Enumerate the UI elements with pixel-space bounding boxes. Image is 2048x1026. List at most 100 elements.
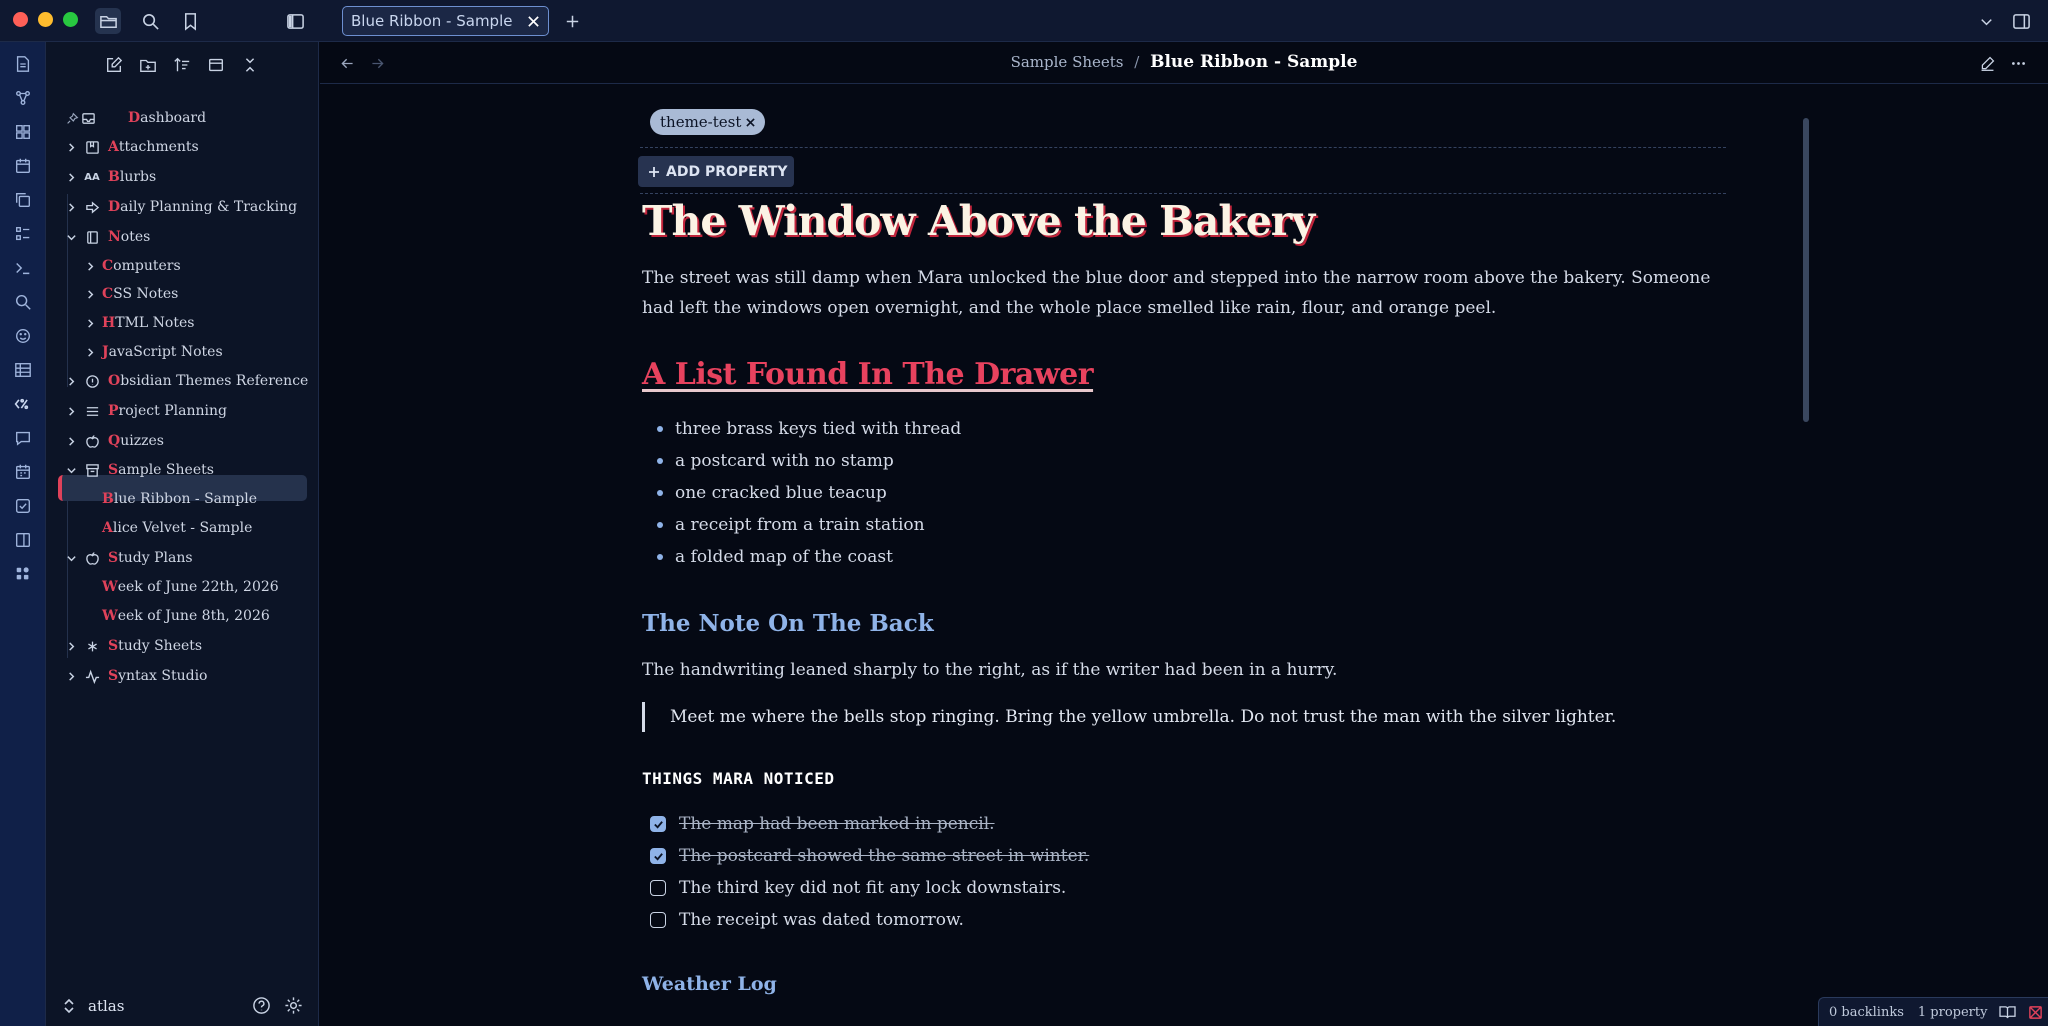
backlinks-count[interactable]: 0 backlinks xyxy=(1829,1005,1904,1020)
tree-item-notes[interactable]: Notes xyxy=(46,223,319,251)
graph-view-icon[interactable] xyxy=(12,87,34,109)
vault-switcher-icon[interactable] xyxy=(62,998,76,1014)
chevron-down-icon[interactable] xyxy=(64,463,78,477)
chevron-right-icon[interactable] xyxy=(64,669,78,683)
templater-icon[interactable] xyxy=(12,393,34,415)
archive-icon xyxy=(84,462,101,479)
tree-item-week-june-22[interactable]: Week of June 22th, 2026 xyxy=(46,573,319,601)
remove-tag-icon[interactable] xyxy=(746,113,756,131)
search-icon[interactable] xyxy=(137,8,163,34)
tree-item-computers[interactable]: Computers xyxy=(46,252,319,280)
comment-icon[interactable] xyxy=(12,427,34,449)
tag-pill[interactable]: theme-test xyxy=(650,109,766,135)
close-window-button[interactable] xyxy=(13,12,28,27)
chevron-right-icon[interactable] xyxy=(83,345,97,359)
tree-item-blue-ribbon[interactable]: Blue Ribbon - Sample xyxy=(46,485,319,513)
vault-name[interactable]: atlas xyxy=(88,997,124,1015)
tree-item-study-plans[interactable]: Study Plans xyxy=(46,544,319,572)
properties-divider xyxy=(640,193,1726,194)
new-folder-icon[interactable] xyxy=(135,52,161,78)
edit-pencil-icon[interactable] xyxy=(1977,53,1997,73)
table-icon[interactable] xyxy=(12,359,34,381)
tree-item-sample-sheets[interactable]: Sample Sheets xyxy=(46,456,319,484)
tree-item-css-notes[interactable]: CSS Notes xyxy=(46,280,319,308)
copy-icon[interactable] xyxy=(12,189,34,211)
tree-item-dashboard[interactable]: Dashboard xyxy=(46,104,319,132)
properties-count[interactable]: 1 property xyxy=(1918,1005,1988,1020)
chevron-right-icon[interactable] xyxy=(83,287,97,301)
task-checkbox[interactable] xyxy=(650,880,666,896)
tree-item-syntax-studio[interactable]: Syntax Studio xyxy=(46,662,319,690)
editor-scrollbar[interactable] xyxy=(1803,118,1809,422)
auto-reveal-icon[interactable] xyxy=(203,52,229,78)
file-explorer: Dashboard Attachments AA Blurbs Daily Pl… xyxy=(46,42,319,1026)
chevron-down-icon[interactable] xyxy=(64,230,78,244)
list-item: three brass keys tied with thread xyxy=(657,415,961,443)
chevron-down-icon[interactable] xyxy=(64,551,78,565)
checkbox-icon[interactable] xyxy=(12,495,34,517)
book-icon xyxy=(84,139,101,156)
chevron-right-icon[interactable] xyxy=(64,404,78,418)
tree-item-attachments[interactable]: Attachments xyxy=(46,133,319,161)
sort-icon[interactable] xyxy=(169,52,195,78)
chevron-right-icon[interactable] xyxy=(64,140,78,154)
collapse-all-icon[interactable] xyxy=(237,52,263,78)
chevron-right-icon[interactable] xyxy=(64,170,78,184)
heading-list-found: A List Found In The Drawer xyxy=(642,357,1094,392)
properties-divider xyxy=(640,147,1726,148)
tree-item-alice-velvet[interactable]: Alice Velvet - Sample xyxy=(46,514,319,542)
bookmark-icon[interactable] xyxy=(177,8,203,34)
tab-blue-ribbon[interactable]: Blue Ribbon - Sample xyxy=(342,6,549,36)
outline-list-icon[interactable] xyxy=(12,223,34,245)
calendar-icon[interactable] xyxy=(12,155,34,177)
tree-item-daily-planning[interactable]: Daily Planning & Tracking xyxy=(46,193,319,221)
right-sidebar-toggle-icon[interactable] xyxy=(2008,8,2034,34)
canvas-icon[interactable] xyxy=(12,121,34,143)
heading-things-noticed: THINGS MARA NOTICED xyxy=(642,769,835,788)
list-item: a postcard with no stamp xyxy=(657,447,894,475)
daily-note-icon[interactable] xyxy=(12,53,34,75)
apps-icon[interactable] xyxy=(12,563,34,585)
chevron-right-icon[interactable] xyxy=(64,374,78,388)
tree-item-javascript-notes[interactable]: JavaScript Notes xyxy=(46,338,319,366)
tree-item-obsidian-themes[interactable]: Obsidian Themes Reference xyxy=(46,367,319,395)
new-tab-icon[interactable] xyxy=(559,8,585,34)
settings-gear-icon[interactable] xyxy=(284,996,304,1016)
add-property-button[interactable]: ADD PROPERTY xyxy=(638,156,794,187)
task-checkbox[interactable] xyxy=(650,848,666,864)
chevron-right-icon[interactable] xyxy=(83,316,97,330)
tree-item-week-june-8[interactable]: Week of June 8th, 2026 xyxy=(46,602,319,630)
tree-item-project-planning[interactable]: Project Planning xyxy=(46,397,319,425)
toggle-sidebar-icon[interactable] xyxy=(282,8,308,34)
tree-item-html-notes[interactable]: HTML Notes xyxy=(46,309,319,337)
reading-mode-icon[interactable] xyxy=(1999,1005,2017,1020)
new-note-icon[interactable] xyxy=(101,52,127,78)
calendar-grid-icon[interactable] xyxy=(12,461,34,483)
task-checkbox[interactable] xyxy=(650,912,666,928)
minimize-window-button[interactable] xyxy=(38,12,53,27)
tree-item-quizzes[interactable]: Quizzes xyxy=(46,427,319,455)
breadcrumb-current[interactable]: Blue Ribbon - Sample xyxy=(1150,52,1357,72)
more-options-icon[interactable] xyxy=(2008,53,2028,73)
files-icon[interactable] xyxy=(95,8,121,34)
activity-icon xyxy=(84,668,101,685)
task-checkbox[interactable] xyxy=(650,816,666,832)
task-item: The postcard showed the same street in w… xyxy=(650,842,1089,870)
chevron-right-icon[interactable] xyxy=(83,259,97,273)
tree-item-blurbs[interactable]: AA Blurbs xyxy=(46,163,319,191)
smiley-icon[interactable] xyxy=(12,325,34,347)
search-icon[interactable] xyxy=(12,291,34,313)
close-tab-icon[interactable] xyxy=(526,14,540,28)
chevron-right-icon[interactable] xyxy=(64,639,78,653)
book-panel-icon[interactable] xyxy=(12,529,34,551)
maximize-window-button[interactable] xyxy=(63,12,78,27)
chevron-right-icon[interactable] xyxy=(64,434,78,448)
breadcrumb-parent[interactable]: Sample Sheets xyxy=(1011,53,1124,71)
tree-item-study-sheets[interactable]: Study Sheets xyxy=(46,632,319,660)
sync-error-icon[interactable] xyxy=(2028,1005,2043,1020)
terminal-icon[interactable] xyxy=(12,257,34,279)
help-icon[interactable] xyxy=(252,996,272,1016)
chevron-right-icon[interactable] xyxy=(64,200,78,214)
tab-list-chevron-icon[interactable] xyxy=(1973,8,1999,34)
file-explorer-toolbar xyxy=(46,52,319,78)
